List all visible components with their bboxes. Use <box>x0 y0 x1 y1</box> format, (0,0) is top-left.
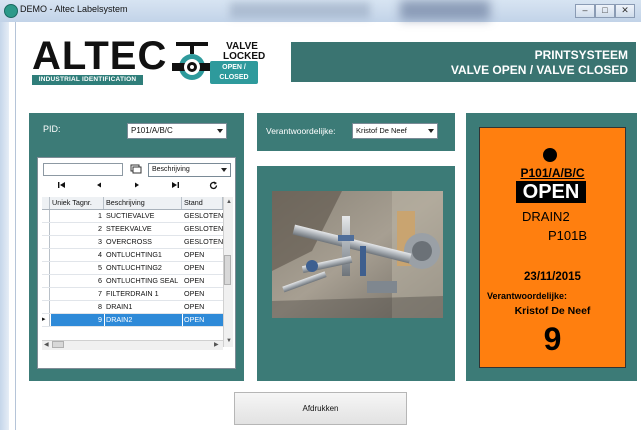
first-record-icon[interactable] <box>52 181 72 193</box>
scroll-left-icon[interactable]: ◀ <box>44 341 49 349</box>
grid-column-select-value: Beschrijving <box>152 166 190 173</box>
scroll-up-icon[interactable]: ▲ <box>226 198 232 206</box>
table-row[interactable]: 1 SUCTIEVALVE GESLOTEN <box>42 210 223 223</box>
label-description: DRAIN2 <box>522 209 570 224</box>
label-pid: P101/A/B/C <box>520 166 585 180</box>
responsible-label: Verantwoordelijke: <box>266 126 336 136</box>
previous-record-icon[interactable] <box>89 181 109 193</box>
chevron-down-icon <box>428 129 434 133</box>
column-header-tag[interactable]: Uniek Tagnr. <box>51 197 104 209</box>
pid-select[interactable]: P101/A/B/C <box>127 123 227 139</box>
title-bar-blur <box>230 2 370 18</box>
label-tag: P101B <box>548 228 588 243</box>
next-record-icon[interactable] <box>127 181 147 193</box>
row-pointer-icon: ▸ <box>42 314 50 326</box>
responsible-select-value: Kristof De Neef <box>356 126 407 135</box>
column-header-description[interactable]: Beschrijving <box>105 197 182 209</box>
window-title: DEMO - Altec Labelsystem <box>20 4 128 14</box>
label-responsible-name: Kristof De Neef <box>514 305 591 317</box>
vertical-scroll-thumb[interactable] <box>224 255 231 285</box>
label-status: OPEN <box>516 181 586 203</box>
banner-title: PRINTSYSTEEM <box>534 48 628 62</box>
minimize-button[interactable]: – <box>575 4 595 18</box>
chevron-down-icon <box>221 168 227 172</box>
refresh-icon[interactable] <box>203 181 223 193</box>
last-record-icon[interactable] <box>165 181 185 193</box>
logo-subtitle: INDUSTRIAL IDENTIFICATION <box>32 75 143 85</box>
table-row-selected[interactable]: ▸ 9 DRAIN2 OPEN <box>42 314 223 327</box>
label-responsible-label: Verantwoordelijke: <box>487 291 568 301</box>
filter-icon[interactable] <box>130 164 142 174</box>
grid-search-input[interactable] <box>43 163 123 176</box>
app-icon <box>4 4 18 18</box>
label-hole <box>543 148 557 162</box>
scroll-right-icon[interactable]: ▶ <box>214 341 219 349</box>
label-date: 23/11/2015 <box>524 271 581 283</box>
pid-select-value: P101/A/B/C <box>131 126 173 135</box>
horizontal-scrollbar[interactable]: ◀ ▶ <box>42 340 223 350</box>
altec-logo: ALTEC <box>32 34 168 78</box>
window-border <box>0 22 9 430</box>
maximize-button[interactable]: □ <box>595 4 615 18</box>
close-button[interactable]: ✕ <box>615 4 635 18</box>
banner-subtitle: VALVE OPEN / VALVE CLOSED <box>450 63 628 77</box>
valve-photo <box>272 191 443 318</box>
print-button[interactable]: Afdrukken <box>234 392 407 425</box>
scroll-down-icon[interactable]: ▼ <box>226 337 232 345</box>
horizontal-scroll-thumb[interactable] <box>52 341 64 348</box>
valve-locked-text: VALVE LOCKED <box>223 41 266 62</box>
column-header-state[interactable]: Stand <box>183 197 223 209</box>
divider <box>15 22 16 430</box>
table-row[interactable]: 5 ONTLUCHTING2 OPEN <box>42 262 223 275</box>
grid-column-select[interactable]: Beschrijving <box>148 163 231 177</box>
header-banner: PRINTSYSTEEM VALVE OPEN / VALVE CLOSED <box>291 42 636 82</box>
table-header: Uniek Tagnr. Beschrijving Stand <box>42 197 223 210</box>
table-row[interactable]: 3 OVERCROSS GESLOTEN <box>42 236 223 249</box>
valve-icon <box>172 42 212 80</box>
table-row[interactable]: 6 ONTLUCHTING SEAL OPEN <box>42 275 223 288</box>
row-selector-header <box>42 197 50 209</box>
table-row[interactable]: 4 ONTLUCHTING1 OPEN <box>42 249 223 262</box>
pid-label: PID: <box>43 124 61 134</box>
window-title-bar: DEMO - Altec Labelsystem – □ ✕ <box>0 0 641 22</box>
responsible-select[interactable]: Kristof De Neef <box>352 123 438 139</box>
table-row[interactable]: 2 STEEKVALVE GESLOTEN <box>42 223 223 236</box>
chevron-down-icon <box>217 129 223 133</box>
table-row[interactable]: 7 FILTERDRAIN 1 OPEN <box>42 288 223 301</box>
table-row[interactable]: 8 DRAIN1 OPEN <box>42 301 223 314</box>
label-number: 9 <box>543 321 562 357</box>
title-bar-blur <box>400 0 490 20</box>
open-closed-badge: OPEN / CLOSED <box>210 61 258 84</box>
